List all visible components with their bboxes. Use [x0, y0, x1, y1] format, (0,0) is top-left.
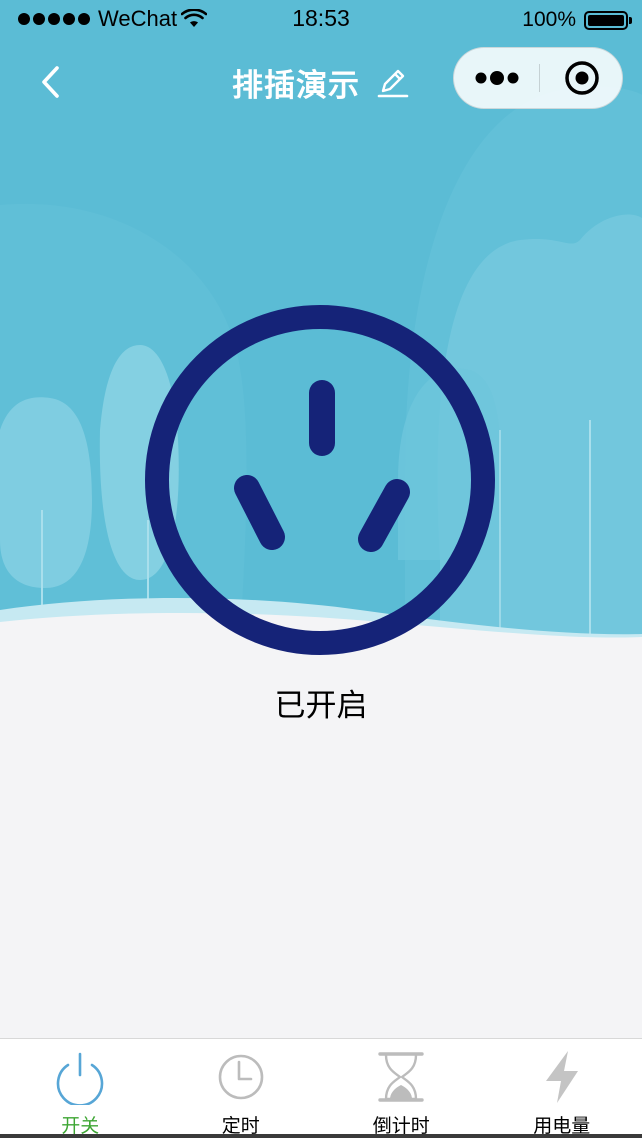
tab-power-usage[interactable]: 用电量 [482, 1039, 642, 1138]
more-dots-icon [475, 71, 518, 85]
tab-timer[interactable]: 定时 [161, 1039, 322, 1138]
pencil-icon[interactable] [376, 65, 410, 99]
power-socket-icon [145, 305, 495, 655]
switch-state-label: 已开启 [274, 688, 368, 724]
hourglass-icon [378, 1052, 424, 1102]
mini-program-capsule [453, 47, 623, 109]
power-icon [57, 1052, 104, 1105]
status-right: 100% [522, 8, 632, 32]
page-title: 排插演示 [232, 67, 360, 104]
clock-icon [218, 1054, 264, 1100]
app-screen: WeChat 18:53 100% 排插演示 已开启 开关 定时 倒计时 用电量 [0, 0, 642, 1138]
lightning-icon [545, 1051, 578, 1103]
tab-countdown[interactable]: 倒计时 [321, 1039, 482, 1138]
more-button[interactable] [454, 48, 539, 108]
status-bar: WeChat 18:53 100% [0, 0, 642, 40]
power-socket-button[interactable] [145, 305, 495, 655]
tab-switch[interactable]: 开关 [0, 1039, 161, 1138]
bottom-tab-bar: 开关 定时 倒计时 用电量 [0, 1038, 642, 1138]
battery-percentage: 100% [522, 8, 576, 31]
chevron-left-icon [42, 66, 59, 98]
target-close-icon [565, 61, 599, 95]
screen-bottom-edge [0, 1134, 642, 1138]
close-button[interactable] [540, 48, 624, 108]
battery-icon [584, 10, 632, 30]
nav-title-group: 排插演示 [232, 60, 410, 104]
back-button[interactable] [30, 60, 74, 104]
